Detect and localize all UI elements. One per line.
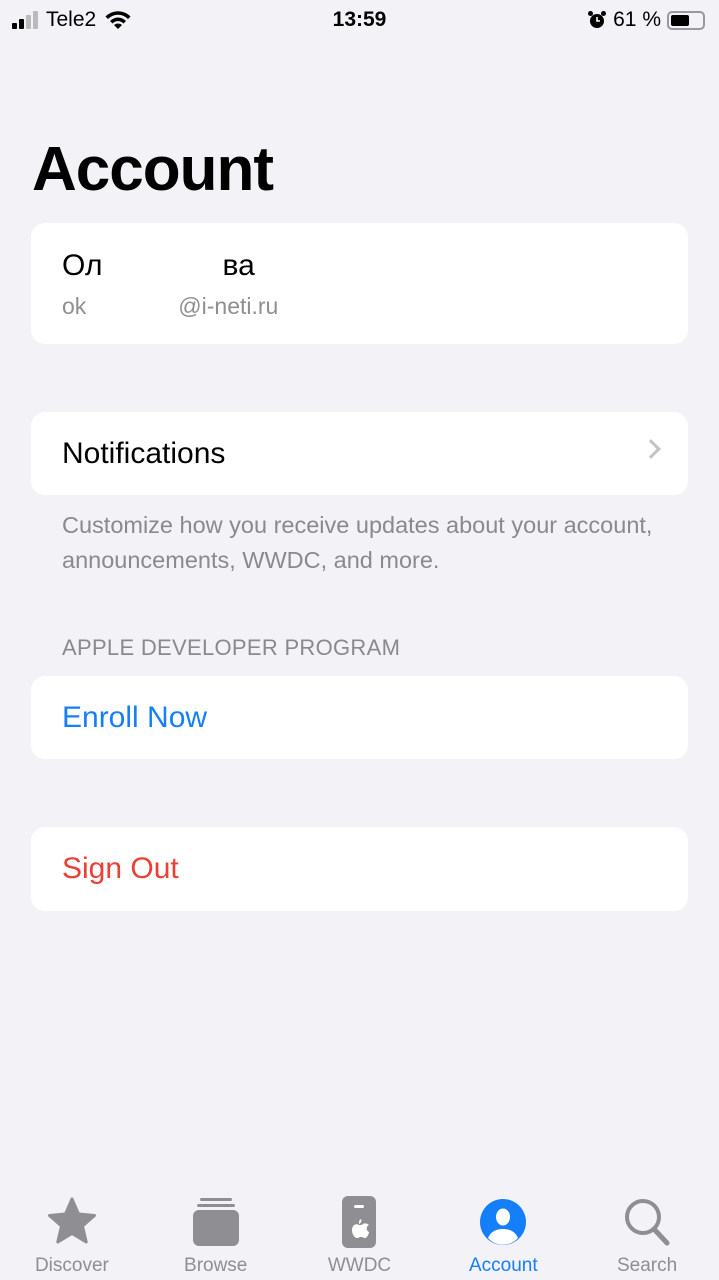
stack-icon <box>192 1198 239 1246</box>
tab-discover[interactable]: Discover <box>0 1180 144 1280</box>
tab-label: Account <box>468 1255 538 1276</box>
sign-out-label: Sign Out <box>62 852 179 885</box>
battery-percent: 61 % <box>613 8 661 31</box>
name-end: ва <box>222 249 255 282</box>
page-title: Account <box>32 135 274 204</box>
enroll-label: Enroll Now <box>62 700 208 734</box>
search-icon <box>625 1199 670 1246</box>
tab-search[interactable]: Search <box>575 1180 719 1280</box>
tab-label: WWDC <box>327 1255 392 1276</box>
notifications-label: Notifications <box>62 436 226 470</box>
email-start: ok <box>62 293 87 319</box>
tab-label: Search <box>616 1255 678 1276</box>
tab-account[interactable]: Account <box>431 1180 575 1280</box>
status-bar: Tele2 13:59 61 % <box>0 0 719 40</box>
email-end: @i-neti.ru <box>178 293 279 319</box>
notifications-footer: Customize how you receive updates about … <box>62 512 653 573</box>
tab-label: Discover <box>34 1255 109 1276</box>
battery-icon <box>667 10 705 30</box>
enroll-now-button[interactable]: Enroll Now <box>31 676 688 759</box>
profile-card: Ол ва ok @i-neti.ru <box>31 223 688 344</box>
name-start: Ол <box>62 249 103 282</box>
person-circle-icon <box>480 1199 527 1245</box>
tab-wwdc[interactable]: WWDC <box>288 1180 432 1280</box>
tab-browse[interactable]: Browse <box>144 1180 288 1280</box>
profile-email: ok @i-neti.ru <box>62 293 278 320</box>
section-header-developer-program: APPLE DEVELOPER PROGRAM <box>62 635 401 660</box>
alarm-icon <box>588 11 607 28</box>
tab-bar: Discover Browse WWDC Account Search <box>0 1180 719 1280</box>
sign-out-button[interactable]: Sign Out <box>31 827 688 911</box>
profile-name: Ол ва <box>62 249 255 283</box>
tab-label: Browse <box>184 1255 248 1276</box>
star-icon <box>47 1197 96 1244</box>
wwdc-icon <box>342 1196 377 1248</box>
notifications-row[interactable]: Notifications <box>31 412 688 495</box>
